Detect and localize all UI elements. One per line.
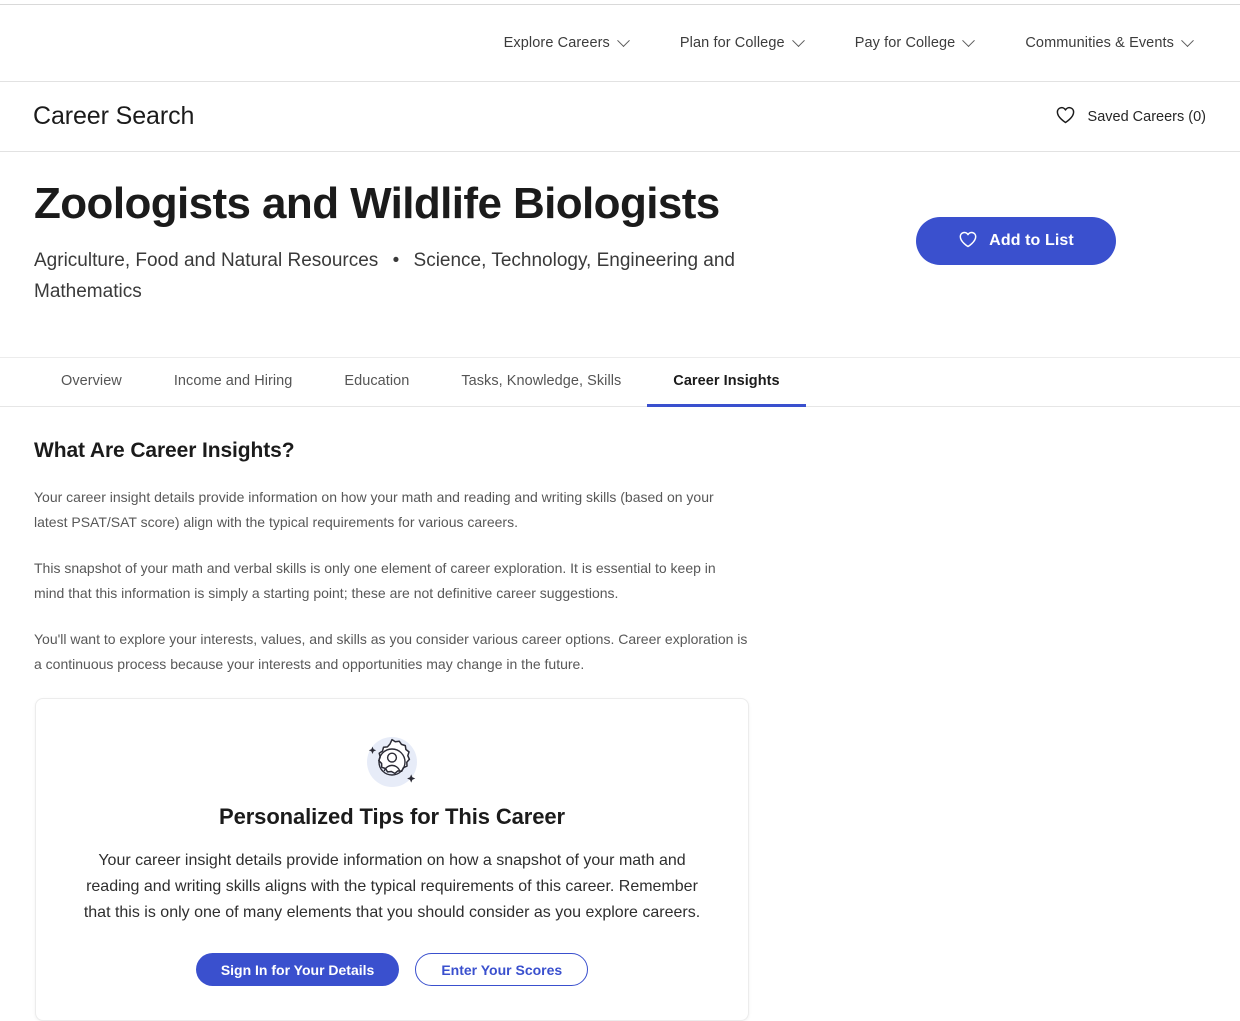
tab-label: Education <box>344 373 410 389</box>
intro-paragraph-2: This snapshot of your math and verbal sk… <box>34 559 716 601</box>
career-cluster-1: Agriculture, Food and Natural Resources <box>34 250 379 272</box>
career-tabs: Overview Income and Hiring Education Tas… <box>0 358 1240 407</box>
tab-label: Tasks, Knowledge, Skills <box>461 373 622 389</box>
personalized-tips-card: Personalized Tips for This Career Your c… <box>35 698 749 1021</box>
tips-actions: Sign In for Your Details Enter Your Scor… <box>76 953 708 987</box>
nav-item-label: Plan for College <box>679 35 785 51</box>
chevron-down-icon <box>791 33 805 47</box>
add-to-list-label: Add to List <box>989 232 1074 249</box>
tips-heading: Personalized Tips for This Career <box>219 804 565 830</box>
career-insights-panel: What Are Career Insights? Your career in… <box>0 407 790 1021</box>
career-title: Zoologists and Wildlife Biologists <box>34 179 720 228</box>
career-search-header: Career Search Saved Careers (0) <box>0 81 1240 152</box>
hero-text-block: Zoologists and Wildlife Biologists Agric… <box>34 179 804 308</box>
heart-outline-icon <box>1055 105 1076 128</box>
chevron-down-icon <box>962 33 976 47</box>
saved-careers-label: Saved Careers (0) <box>1087 108 1206 125</box>
enter-scores-label: Enter Your Scores <box>441 961 563 978</box>
tab-overview[interactable]: Overview <box>34 358 148 407</box>
tab-tasks-knowledge-skills[interactable]: Tasks, Knowledge, Skills <box>435 358 647 407</box>
sign-in-for-details-button[interactable]: Sign In for Your Details <box>195 953 400 987</box>
global-navigation: Explore Careers Plan for College Pay for… <box>0 5 1240 81</box>
tab-income-and-hiring[interactable]: Income and Hiring <box>148 358 319 407</box>
career-hero: Zoologists and Wildlife Biologists Agric… <box>0 152 1240 358</box>
nav-item-label: Communities & Events <box>1025 35 1174 51</box>
tab-career-insights[interactable]: Career Insights <box>647 358 806 407</box>
add-to-list-button[interactable]: Add to List <box>916 217 1116 265</box>
chevron-down-icon <box>1181 33 1194 47</box>
nav-item-pay-for-college[interactable]: Pay for College <box>829 29 1000 57</box>
tab-label: Income and Hiring <box>173 373 293 389</box>
tab-education[interactable]: Education <box>318 358 435 407</box>
chevron-down-icon <box>617 33 630 47</box>
tab-label: Career Insights <box>673 373 780 389</box>
page-title: Career Search <box>33 102 195 130</box>
intro-paragraph-3: You'll want to explore your interests, v… <box>34 630 748 672</box>
enter-your-scores-button[interactable]: Enter Your Scores <box>415 953 589 987</box>
intro-paragraph-1: Your career insight details provide info… <box>34 489 714 530</box>
nav-item-explore-careers[interactable]: Explore Careers <box>478 29 654 57</box>
sign-in-label: Sign In for Your Details <box>220 961 375 978</box>
nav-item-communities-and-events[interactable]: Communities & Events <box>999 29 1218 57</box>
hero-actions: Add to List <box>916 179 1206 265</box>
tab-label: Overview <box>61 373 122 389</box>
personalized-badge-icon <box>361 731 423 798</box>
global-nav-list: Explore Careers Plan for College Pay for… <box>478 29 1218 57</box>
nav-item-label: Explore Careers <box>503 35 610 51</box>
nav-item-label: Pay for College <box>854 35 956 51</box>
career-clusters: Agriculture, Food and Natural Resources … <box>34 246 804 308</box>
section-heading: What Are Career Insights? <box>34 439 295 462</box>
nav-item-plan-for-college[interactable]: Plan for College <box>654 29 829 57</box>
saved-careers-button[interactable]: Saved Careers (0) <box>1055 105 1206 128</box>
tips-body: Your career insight details provide info… <box>83 852 701 922</box>
cluster-separator: • <box>392 250 400 272</box>
heart-outline-icon <box>958 230 978 253</box>
badge-wrapper <box>76 731 708 798</box>
